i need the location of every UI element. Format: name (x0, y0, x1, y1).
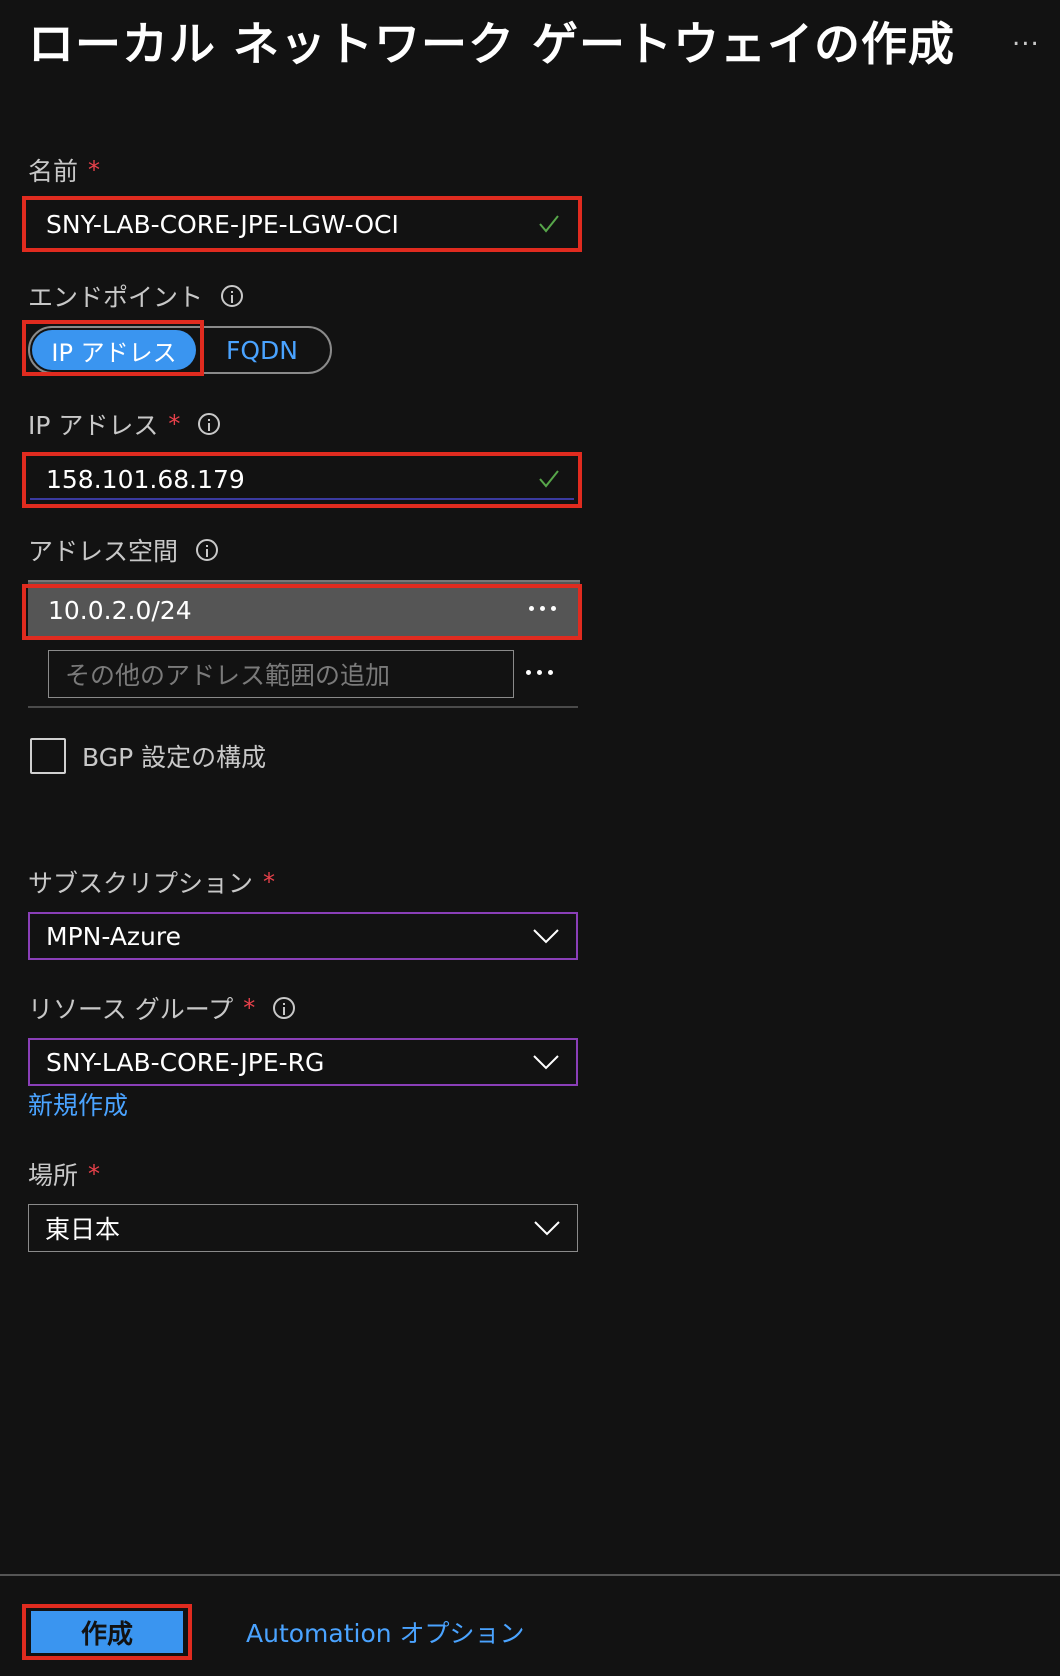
chevron-down-icon (534, 1221, 560, 1236)
address-space-highlight-box (22, 584, 582, 640)
resource-group-label: リソース グループ * (28, 990, 296, 1026)
subscription-dropdown[interactable]: MPN-Azure (28, 912, 578, 960)
info-icon[interactable] (221, 285, 244, 307)
required-asterisk: * (88, 156, 101, 184)
ip-address-field-value: 158.101.68.179 (46, 464, 245, 494)
check-icon (539, 215, 559, 233)
create-button[interactable]: 作成 (31, 1611, 183, 1653)
subscription-value: MPN-Azure (46, 921, 181, 951)
chevron-down-icon (533, 929, 559, 944)
address-range-input[interactable]: その他のアドレス範囲の追加 (48, 650, 514, 698)
create-button-highlight: 作成 (22, 1604, 192, 1660)
location-value: 東日本 (45, 1215, 121, 1244)
name-field[interactable]: SNY-LAB-CORE-JPE-LGW-OCI (30, 204, 574, 244)
resource-group-dropdown[interactable]: SNY-LAB-CORE-JPE-RG (28, 1038, 578, 1086)
ip-address-field[interactable]: 158.101.68.179 (30, 460, 574, 500)
info-icon[interactable] (273, 997, 296, 1019)
address-space-label: アドレス空間 (28, 532, 219, 568)
create-new-link[interactable]: 新規作成 (28, 1086, 128, 1122)
location-label-text: 場所 (28, 1161, 79, 1190)
address-space-label-text: アドレス空間 (28, 537, 179, 566)
required-asterisk: * (88, 1160, 101, 1188)
location-dropdown[interactable]: 東日本 (28, 1204, 578, 1252)
info-icon[interactable] (196, 539, 219, 561)
more-icon[interactable] (526, 670, 553, 675)
subscription-label-text: サブスクリプション (28, 869, 254, 898)
location-label: 場所 * (28, 1156, 100, 1192)
endpoint-option-fqdn[interactable]: FQDN (212, 330, 312, 370)
automation-options-link[interactable]: Automation オプション (246, 1612, 525, 1652)
address-range-placeholder: その他のアドレス範囲の追加 (65, 661, 391, 690)
page-title: ローカル ネットワーク ゲートウェイの作成 (28, 17, 956, 71)
check-icon (539, 470, 559, 488)
resource-group-value: SNY-LAB-CORE-JPE-RG (46, 1047, 325, 1077)
info-icon[interactable] (198, 413, 221, 435)
name-label: 名前 * (28, 152, 100, 188)
resource-group-label-text: リソース グループ (28, 995, 234, 1024)
footer-divider (0, 1574, 1060, 1576)
create-button-label: 作成 (80, 1619, 133, 1650)
divider (28, 706, 578, 708)
required-asterisk: * (243, 994, 256, 1022)
ip-address-label-text: IP アドレス (28, 411, 159, 440)
ip-address-label: IP アドレス * (28, 406, 221, 442)
name-field-value: SNY-LAB-CORE-JPE-LGW-OCI (46, 209, 399, 239)
endpoint-label: エンドポイント (28, 278, 244, 314)
endpoint-highlight-box (22, 320, 204, 376)
bgp-checkbox[interactable] (30, 738, 66, 774)
endpoint-label-text: エンドポイント (28, 283, 204, 312)
chevron-down-icon (533, 1055, 559, 1070)
name-label-text: 名前 (28, 157, 79, 186)
bgp-checkbox-label: BGP 設定の構成 (82, 743, 267, 772)
subscription-label: サブスクリプション * (28, 864, 275, 900)
required-asterisk: * (168, 410, 181, 438)
more-options-icon[interactable]: ... (1012, 22, 1040, 52)
required-asterisk: * (263, 868, 276, 896)
